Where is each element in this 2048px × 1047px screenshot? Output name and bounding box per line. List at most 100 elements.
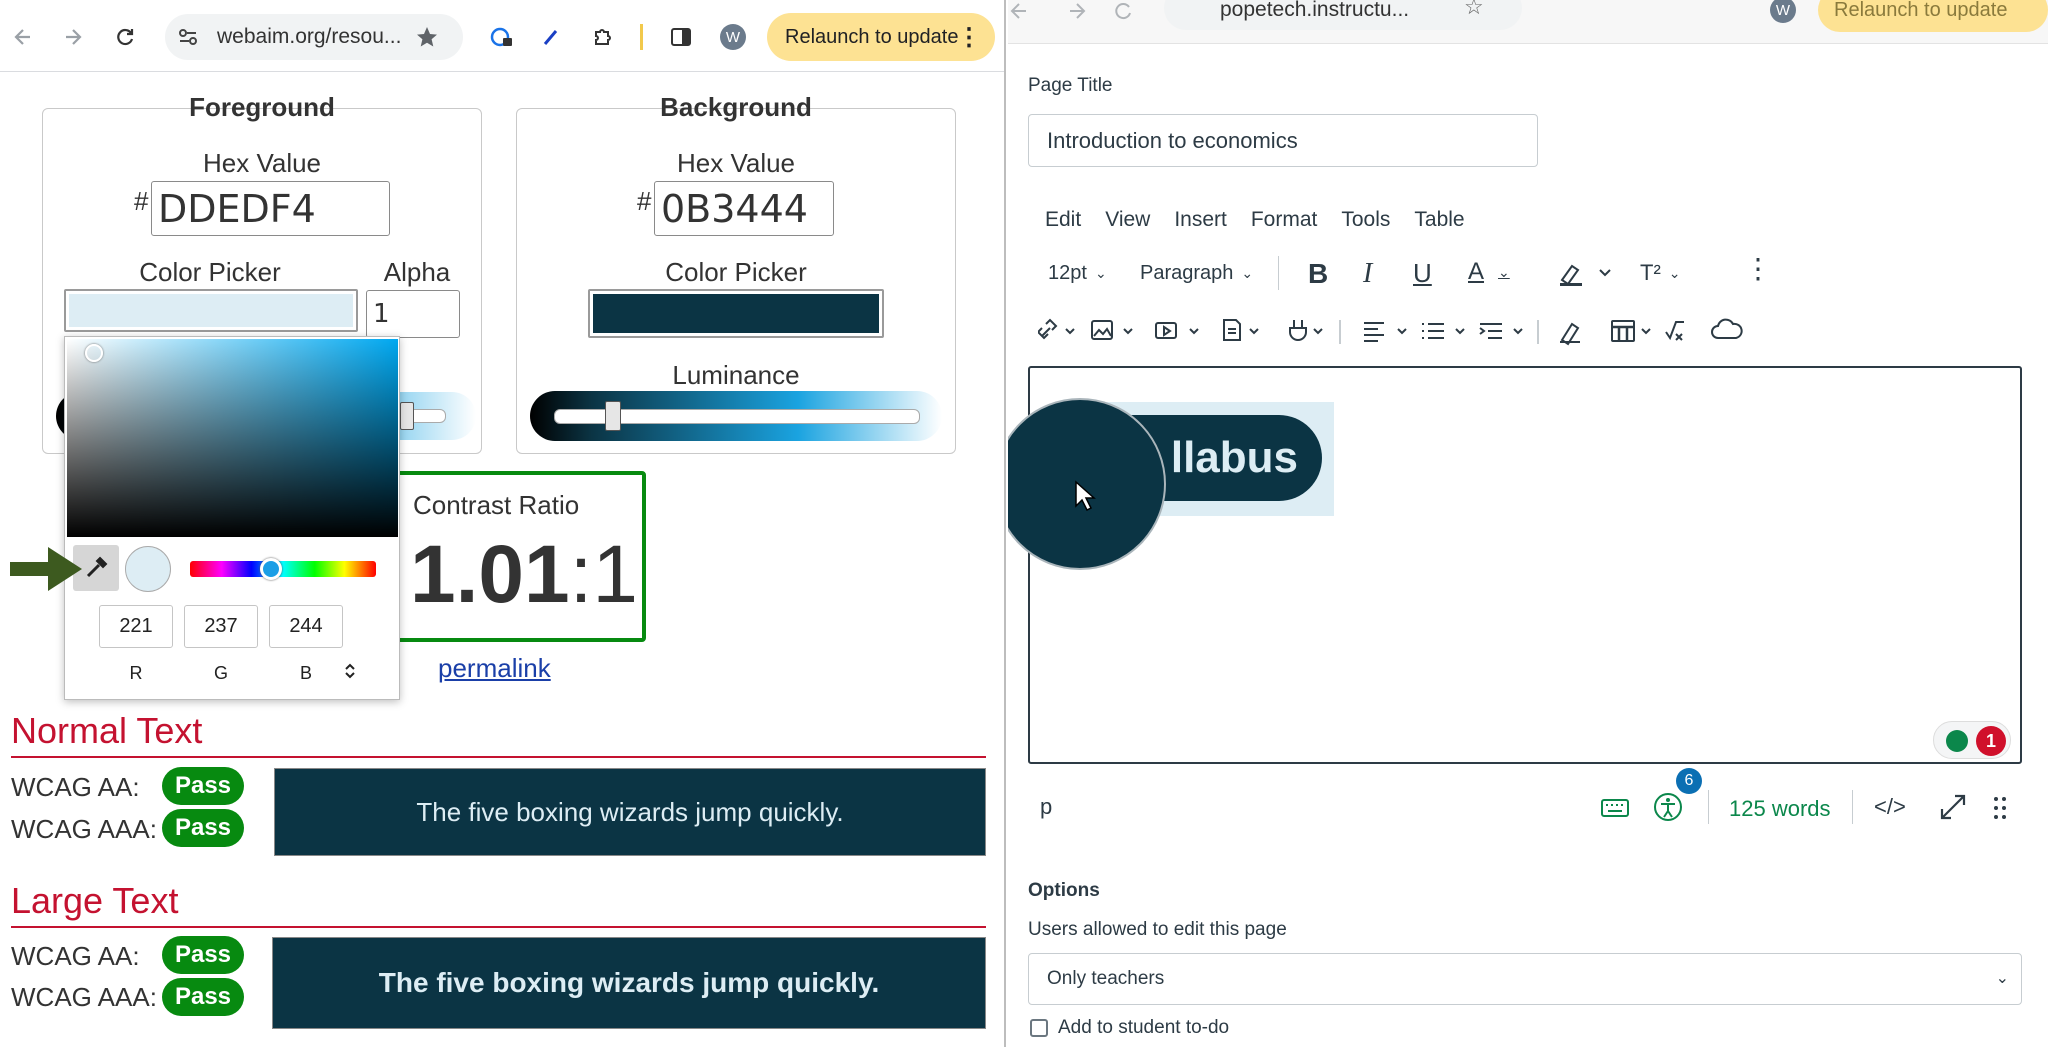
permalink-link[interactable]: permalink bbox=[438, 653, 551, 684]
foreground-luminance-thumb[interactable] bbox=[400, 402, 414, 430]
relaunch-label: Relaunch to update bbox=[785, 25, 959, 48]
italic-button[interactable]: I bbox=[1363, 258, 1372, 290]
page-title-input[interactable]: Introduction to economics bbox=[1028, 114, 1538, 167]
blue-label: B bbox=[299, 663, 312, 683]
background-hash: # bbox=[637, 186, 652, 216]
edit-permission-label: Users allowed to edit this page bbox=[1028, 919, 1287, 940]
bold-button[interactable]: B bbox=[1308, 258, 1328, 290]
background-swatch bbox=[593, 294, 879, 333]
editor-menubar: Edit View Insert Format Tools Table bbox=[1045, 208, 1465, 232]
contrast-ratio-separator: : bbox=[569, 529, 593, 620]
large-aa-label: WCAG AA: bbox=[11, 941, 140, 971]
more-tools-icon[interactable]: ⋮ bbox=[1744, 252, 1772, 285]
html-editor-toggle[interactable]: </> bbox=[1874, 794, 1906, 820]
current-color-preview bbox=[125, 546, 171, 592]
color-selection-handle[interactable] bbox=[85, 344, 103, 362]
menu-edit[interactable]: Edit bbox=[1045, 208, 1081, 232]
url-text: webaim.org/resou... bbox=[217, 25, 402, 48]
extension-lock-icon[interactable] bbox=[487, 22, 517, 52]
chevron-down-icon: ⌄ bbox=[1094, 265, 1107, 281]
normal-aaa-label: WCAG AAA: bbox=[11, 814, 157, 844]
hue-slider[interactable] bbox=[190, 561, 376, 577]
mouse-cursor-icon bbox=[1075, 480, 1096, 512]
word-count[interactable]: 125 words bbox=[1729, 796, 1831, 822]
highlight-color-button[interactable] bbox=[1558, 258, 1618, 288]
contrast-ratio-tail: 1 bbox=[592, 529, 639, 620]
superscript-button[interactable]: T² ⌄ bbox=[1640, 260, 1681, 286]
relaunch-button[interactable]: Relaunch to update bbox=[1818, 0, 2048, 32]
large-aa-status-badge: Pass bbox=[162, 936, 244, 974]
student-todo-label: Add to student to-do bbox=[1058, 1017, 1230, 1038]
large-text-heading: Large Text bbox=[11, 880, 179, 921]
foreground-swatch bbox=[69, 294, 353, 327]
browser-toolbar: webaim.org/resou... W Relaunch to update… bbox=[0, 0, 1004, 72]
red-input[interactable]: 221 bbox=[99, 605, 173, 648]
normal-aa-label: WCAG AA: bbox=[11, 772, 140, 802]
bookmark-star-icon[interactable] bbox=[415, 25, 439, 49]
a11y-checker-widget[interactable]: 1 bbox=[1933, 721, 2011, 759]
side-panel-icon[interactable] bbox=[666, 22, 696, 52]
menu-view[interactable]: View bbox=[1105, 208, 1150, 232]
forward-icon[interactable] bbox=[1066, 0, 1088, 22]
foreground-hex-input[interactable]: DDEDF4 bbox=[151, 181, 390, 236]
extensions-puzzle-icon[interactable] bbox=[588, 22, 618, 52]
background-hex-input[interactable]: 0B3444 bbox=[654, 181, 834, 236]
resize-handle-icon[interactable] bbox=[1993, 796, 2007, 820]
blue-input[interactable]: 244 bbox=[269, 605, 343, 648]
bookmark-star-icon[interactable]: ☆ bbox=[1464, 0, 1484, 20]
foreground-title: Foreground bbox=[189, 92, 335, 122]
font-size-value: 12pt bbox=[1048, 262, 1087, 284]
text-color-button[interactable]: A ⌄ bbox=[1468, 258, 1510, 286]
saturation-value-area[interactable] bbox=[67, 339, 398, 537]
chevron-down-icon: ⌄ bbox=[1241, 265, 1254, 281]
luminance-label: Luminance bbox=[672, 360, 800, 390]
forward-icon[interactable] bbox=[58, 22, 88, 52]
underline-button[interactable]: U bbox=[1413, 258, 1432, 289]
profile-avatar[interactable]: W bbox=[1770, 0, 1796, 23]
rich-text-editor[interactable]: llabus 1 bbox=[1028, 366, 2022, 764]
foreground-color-picker[interactable] bbox=[64, 289, 358, 332]
back-icon[interactable] bbox=[1008, 0, 1030, 22]
address-bar[interactable]: webaim.org/resou... bbox=[165, 14, 463, 60]
relaunch-button[interactable]: Relaunch to update ⋮ bbox=[767, 13, 995, 61]
back-icon[interactable] bbox=[8, 22, 38, 52]
eyedropper-icon bbox=[86, 556, 108, 578]
hue-slider-thumb[interactable] bbox=[260, 558, 282, 580]
reload-icon[interactable] bbox=[110, 22, 140, 52]
site-settings-icon[interactable] bbox=[177, 26, 199, 48]
block-format-value: Paragraph bbox=[1140, 262, 1234, 284]
pen-extension-icon[interactable] bbox=[536, 22, 566, 52]
keyboard-shortcuts-icon[interactable] bbox=[1600, 796, 1630, 820]
profile-avatar[interactable]: W bbox=[720, 24, 746, 50]
green-input[interactable]: 237 bbox=[184, 605, 258, 648]
normal-text-sample: The five boxing wizards jump quickly. bbox=[274, 768, 986, 856]
menu-table[interactable]: Table bbox=[1414, 208, 1464, 232]
element-path: p bbox=[1040, 794, 1053, 819]
background-color-picker[interactable] bbox=[588, 289, 884, 338]
address-bar[interactable]: popetech.instructu... ☆ bbox=[1164, 0, 1522, 30]
large-text-divider bbox=[11, 926, 986, 928]
alpha-input[interactable]: 1 bbox=[366, 290, 460, 338]
more-menu-icon[interactable]: ⋮ bbox=[957, 23, 981, 52]
fullscreen-icon[interactable] bbox=[1938, 792, 1968, 822]
menu-tools[interactable]: Tools bbox=[1341, 208, 1390, 232]
format-toggle-icon[interactable] bbox=[343, 661, 357, 681]
menu-insert[interactable]: Insert bbox=[1174, 208, 1227, 232]
font-size-select[interactable]: 12pt ⌄ bbox=[1048, 262, 1107, 285]
accessibility-checker-icon[interactable] bbox=[1652, 791, 1684, 823]
menu-format[interactable]: Format bbox=[1251, 208, 1318, 232]
student-todo-checkbox[interactable] bbox=[1030, 1019, 1048, 1037]
reload-icon[interactable] bbox=[1112, 0, 1134, 22]
background-title: Background bbox=[660, 92, 812, 122]
page-title-label: Page Title bbox=[1028, 75, 1113, 96]
background-luminance-thumb[interactable] bbox=[605, 401, 621, 431]
large-aaa-status-badge: Pass bbox=[162, 978, 244, 1016]
large-aaa-label: WCAG AAA: bbox=[11, 982, 157, 1012]
block-format-select[interactable]: Paragraph ⌄ bbox=[1140, 262, 1253, 285]
options-label: Options bbox=[1028, 880, 1100, 901]
toolbar-divider bbox=[640, 24, 643, 50]
foreground-hex-label: Hex Value bbox=[202, 148, 322, 178]
edit-permission-select[interactable]: Only teachers ⌄ bbox=[1028, 953, 2022, 1005]
webaim-browser-window: webaim.org/resou... W Relaunch to update… bbox=[0, 0, 1006, 1047]
browser-toolbar: popetech.instructu... ☆ W Relaunch to up… bbox=[1008, 0, 2048, 44]
